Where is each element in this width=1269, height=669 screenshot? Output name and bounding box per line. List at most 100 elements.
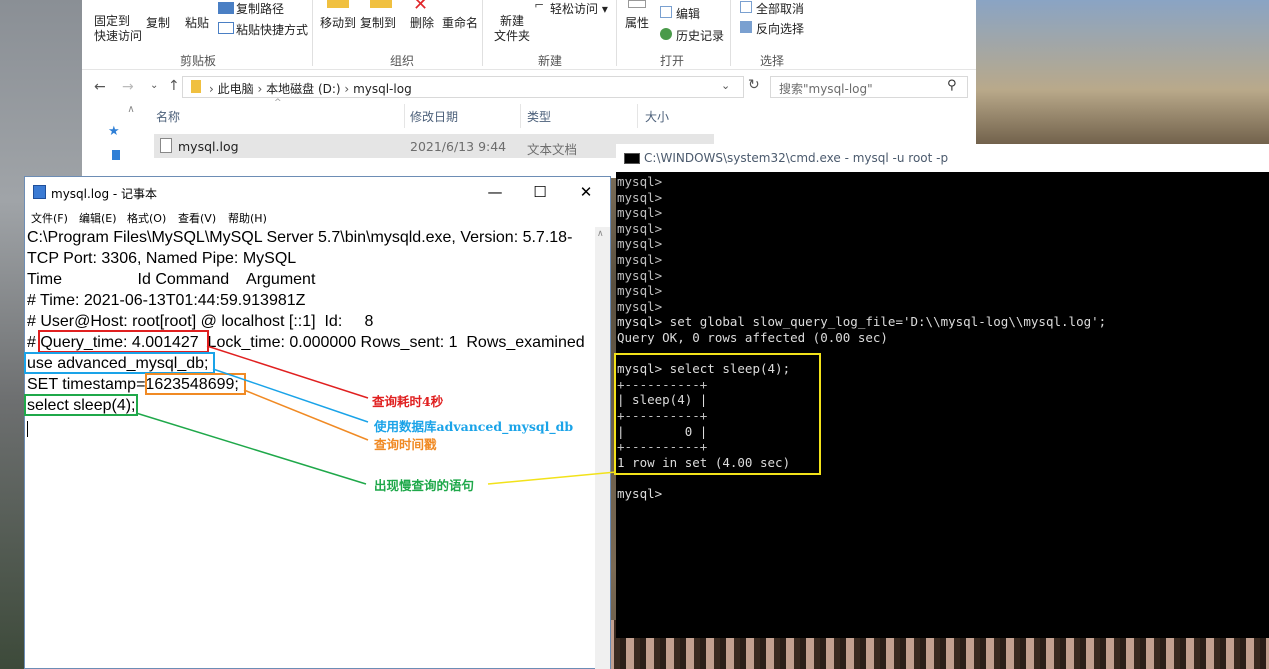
file-modified: 2021/6/13 9:44 xyxy=(410,139,507,154)
paste-shortcut-button[interactable]: 粘贴快捷方式 xyxy=(236,21,308,38)
database-annotation: 使用数据库advanced_mysql_db xyxy=(374,419,574,434)
cmd-line: mysql> set global slow_query_log_file='D… xyxy=(617,314,1107,330)
notepad-menubar: 文件(F) 编辑(E) 格式(O) 查看(V) 帮助(H) xyxy=(25,207,610,227)
forward-icon[interactable]: → xyxy=(122,79,134,95)
quick-access-star-icon[interactable]: ★ xyxy=(108,124,120,139)
ribbon-divider xyxy=(730,0,731,66)
notepad-text-area[interactable]: C:\Program Files\MySQL\MySQL Server 5.7\… xyxy=(25,227,595,669)
maximize-button[interactable]: ☐ xyxy=(525,181,555,203)
edit-icon xyxy=(660,6,672,18)
cmd-line: mysql> xyxy=(617,236,663,252)
copy-path-icon xyxy=(218,2,234,14)
sort-indicator-icon: ^ xyxy=(274,98,282,108)
up-icon[interactable]: ↑ xyxy=(168,78,180,94)
delete-button[interactable]: 删除 xyxy=(410,14,434,31)
search-placeholder: 搜索"mysql-log" xyxy=(779,82,873,96)
notepad-titlebar[interactable]: mysql.log - 记事本 — ☐ ✕ xyxy=(25,177,610,207)
move-to-button[interactable]: 移动到 xyxy=(320,14,356,31)
edit-button[interactable]: 编辑 xyxy=(676,5,700,22)
cmd-title: C:\WINDOWS\system32\cmd.exe - mysql -u r… xyxy=(644,151,949,165)
column-header-size[interactable]: 大小 xyxy=(645,108,669,125)
pin-quick-access-button[interactable]: 固定到 快速访问 xyxy=(94,14,142,44)
column-header-modified[interactable]: 修改日期 xyxy=(410,108,458,125)
search-box[interactable]: 搜索"mysql-log" ⚲ xyxy=(770,76,968,98)
menu-file[interactable]: 文件(F) xyxy=(31,210,68,226)
breadcrumb-this-pc[interactable]: 此电脑 xyxy=(218,82,254,96)
breadcrumb: › 此电脑 › 本地磁盘 (D:) › mysql-log xyxy=(209,82,412,96)
cmd-line: mysql> xyxy=(617,267,663,283)
log-line: C:\Program Files\MySQL\MySQL Server 5.7\… xyxy=(27,229,573,246)
organize-group-label: 组织 xyxy=(390,54,415,68)
properties-icon xyxy=(628,0,646,8)
refresh-icon[interactable]: ↻ xyxy=(748,77,760,93)
copy-to-button[interactable]: 复制到 xyxy=(360,14,396,31)
invert-selection-icon xyxy=(740,21,752,33)
column-divider[interactable] xyxy=(520,104,521,128)
address-dropdown-icon[interactable]: ⌄ xyxy=(721,79,730,92)
log-line: # User@Host: root[root] @ localhost [::1… xyxy=(27,313,374,330)
statement-annotation: 出现慢查询的语句 xyxy=(374,478,475,493)
file-type: 文本文档 xyxy=(527,142,578,157)
cmd-line: mysql> xyxy=(617,220,663,236)
new-group-label: 新建 xyxy=(538,54,563,68)
select-none-button[interactable]: 全部取消 xyxy=(756,0,804,17)
cmd-line: Query OK, 0 rows affected (0.00 sec) xyxy=(617,330,888,345)
nav-item-icon[interactable] xyxy=(112,150,120,160)
log-line: TCP Port: 3306, Named Pipe: MySQL xyxy=(27,250,297,267)
scroll-up-icon[interactable]: ∧ xyxy=(597,229,604,239)
database-highlight xyxy=(24,352,215,374)
timestamp-highlight xyxy=(145,373,246,395)
copy-to-icon xyxy=(370,0,392,8)
query-time-annotation: 查询耗时4秒 xyxy=(372,394,444,409)
close-button[interactable]: ✕ xyxy=(571,181,601,203)
clipboard-group-label: 剪贴板 xyxy=(180,54,217,68)
history-button[interactable]: 历史记录 xyxy=(676,27,724,44)
rename-button[interactable]: 重命名 xyxy=(442,14,478,31)
select-group-label: 选择 xyxy=(760,54,785,68)
history-icon xyxy=(660,28,672,40)
notepad-icon xyxy=(33,185,46,199)
log-line: # Time: 2021-06-13T01:44:59.913981Z xyxy=(27,292,306,309)
wallpaper-sky xyxy=(976,0,1269,150)
breadcrumb-mysql-log[interactable]: mysql-log xyxy=(353,82,412,96)
cmd-line: mysql> xyxy=(617,486,663,501)
easy-access-button[interactable]: 轻松访问 ▾ xyxy=(550,0,608,17)
easy-access-label: 轻松访问 xyxy=(550,2,599,16)
cmd-line: mysql> xyxy=(617,298,663,314)
text-cursor xyxy=(27,421,28,437)
notepad-scrollbar[interactable]: ∧ xyxy=(595,227,610,669)
menu-edit[interactable]: 编辑(E) xyxy=(79,210,117,226)
log-line: Time Id Command Argument xyxy=(27,271,316,288)
easy-access-icon: ⌐ xyxy=(534,0,545,12)
menu-help[interactable]: 帮助(H) xyxy=(228,210,267,226)
breadcrumb-drive-d[interactable]: 本地磁盘 (D:) xyxy=(266,82,340,96)
nav-scroll-up-icon[interactable]: ∧ xyxy=(124,104,138,118)
copy-button[interactable]: 复制 xyxy=(146,14,170,31)
cmd-line: mysql> xyxy=(617,189,663,205)
column-header-type[interactable]: 类型 xyxy=(527,108,551,125)
ribbon-divider xyxy=(616,0,617,66)
properties-button[interactable]: 属性 xyxy=(625,14,649,31)
column-divider[interactable] xyxy=(637,104,638,128)
cmd-line: mysql> xyxy=(617,174,663,189)
invert-selection-button[interactable]: 反向选择 xyxy=(756,20,804,37)
move-to-icon xyxy=(327,0,349,8)
select-none-icon xyxy=(740,1,752,13)
query-result-highlight xyxy=(614,353,821,475)
minimize-button[interactable]: — xyxy=(480,181,510,203)
cmd-line: mysql> xyxy=(617,205,663,221)
menu-view[interactable]: 查看(V) xyxy=(178,210,216,226)
address-bar[interactable]: › 此电脑 › 本地磁盘 (D:) › mysql-log ⌄ xyxy=(182,76,744,98)
copy-path-button[interactable]: 复制路径 xyxy=(236,0,284,17)
column-divider[interactable] xyxy=(404,104,405,128)
recent-dropdown-icon[interactable]: ⌄ xyxy=(150,80,158,91)
cmd-titlebar[interactable]: C:\WINDOWS\system32\cmd.exe - mysql -u r… xyxy=(616,144,1269,172)
column-header-name[interactable]: 名称 xyxy=(156,108,180,125)
menu-format[interactable]: 格式(O) xyxy=(127,210,166,226)
paste-button[interactable]: 粘贴 xyxy=(185,14,209,31)
back-icon[interactable]: ← xyxy=(94,79,106,95)
file-name[interactable]: mysql.log xyxy=(178,139,239,154)
search-icon[interactable]: ⚲ xyxy=(947,78,957,93)
new-folder-button[interactable]: 新建 文件夹 xyxy=(494,14,530,44)
folder-icon xyxy=(191,80,201,93)
